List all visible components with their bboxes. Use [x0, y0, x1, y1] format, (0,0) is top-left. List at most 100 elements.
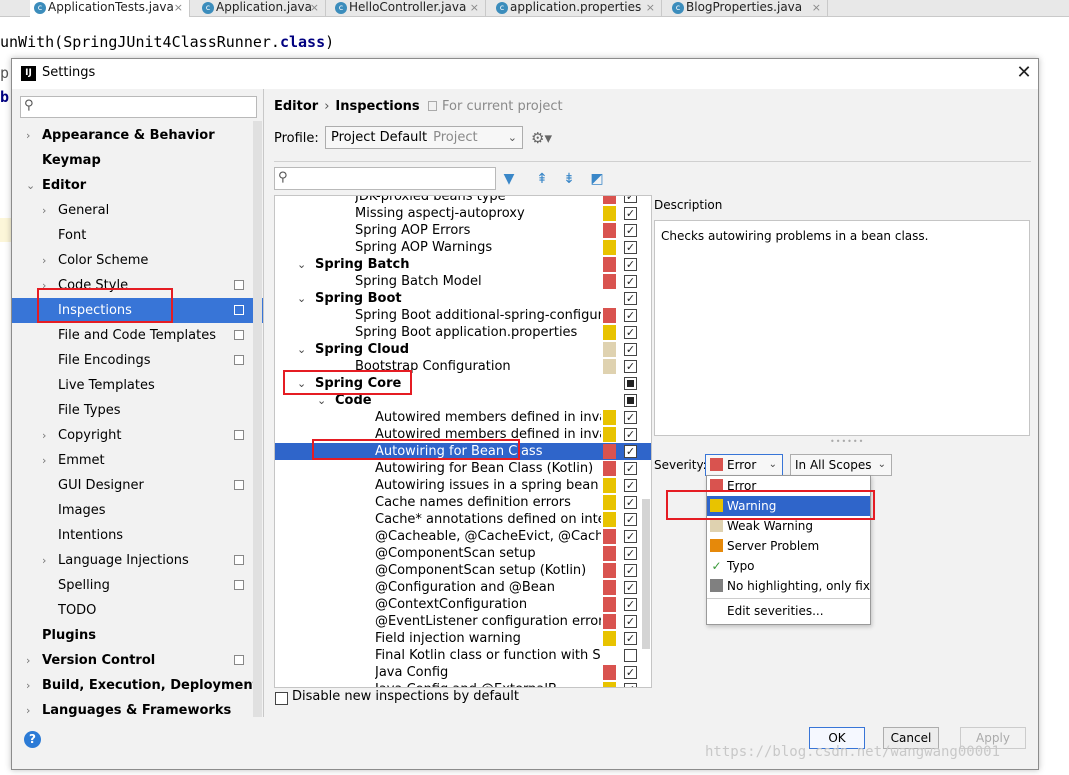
help-icon[interactable]: ?: [24, 731, 41, 748]
inspection-row[interactable]: Missing aspectj-autoproxy ✓: [275, 205, 651, 222]
inspection-row[interactable]: Cache* annotations defined on interfaces…: [275, 511, 651, 528]
inspection-checkbox[interactable]: ✓: [624, 564, 637, 577]
sidebar-item-live-templates[interactable]: Live Templates: [12, 373, 263, 398]
inspection-row[interactable]: Cache names definition errors ✓: [275, 494, 651, 511]
inspection-checkbox[interactable]: ✓: [624, 275, 637, 288]
inspection-checkbox[interactable]: ✓: [624, 496, 637, 509]
editor-tab[interactable]: c HelloController.java ×: [331, 0, 486, 17]
inspection-checkbox[interactable]: ✓: [624, 598, 637, 611]
inspection-row[interactable]: @ComponentScan setup (Kotlin) ✓: [275, 562, 651, 579]
filter-icon[interactable]: ▼: [500, 170, 518, 188]
inspection-group-row[interactable]: ⌄ Spring Batch ✓: [275, 256, 651, 273]
sidebar-item-intentions[interactable]: Intentions: [12, 523, 263, 548]
inspection-checkbox[interactable]: ✓: [624, 615, 637, 628]
inspection-row[interactable]: Final Kotlin class or function with Spri…: [275, 647, 651, 664]
pane-divider[interactable]: [263, 89, 264, 717]
severity-option-typo[interactable]: ✓ Typo: [707, 556, 870, 576]
editor-tab[interactable]: c ApplicationTests.java ×: [30, 0, 190, 17]
edit-severities-item[interactable]: Edit severities...: [707, 601, 870, 621]
inspection-checkbox[interactable]: ✓: [624, 224, 637, 237]
chevron-right-icon[interactable]: ›: [26, 123, 30, 148]
chevron-down-icon[interactable]: ⌄: [297, 290, 306, 307]
inspection-row[interactable]: Java Config ✓: [275, 664, 651, 681]
sidebar-item-file-and-code-templates[interactable]: File and Code Templates: [12, 323, 263, 348]
inspection-checkbox[interactable]: ✓: [624, 196, 637, 203]
severity-select[interactable]: Error ⌄: [705, 454, 783, 476]
settings-search-input[interactable]: ⚲: [20, 96, 257, 118]
inspection-checkbox[interactable]: ✓: [624, 292, 637, 305]
inspection-checkbox[interactable]: ✓: [624, 445, 637, 458]
close-tab-icon[interactable]: ×: [310, 0, 319, 15]
chevron-down-icon[interactable]: ⌄: [297, 341, 306, 358]
inspection-checkbox[interactable]: ✓: [624, 547, 637, 560]
inspection-checkbox[interactable]: ✓: [624, 309, 637, 322]
sidebar-item-font[interactable]: Font: [12, 223, 263, 248]
sidebar-item-spelling[interactable]: Spelling: [12, 573, 263, 598]
inspection-checkbox[interactable]: [624, 649, 637, 662]
inspection-row[interactable]: Autowiring for Bean Class (Kotlin) ✓: [275, 460, 651, 477]
inspection-row[interactable]: Field injection warning ✓: [275, 630, 651, 647]
chevron-down-icon[interactable]: ⌄: [297, 256, 306, 273]
gear-icon[interactable]: ⚙▾: [531, 129, 552, 147]
sidebar-item-languages-frameworks[interactable]: › Languages & Frameworks: [12, 698, 263, 721]
inspection-row[interactable]: @EventListener configuration error ✓: [275, 613, 651, 630]
profile-select[interactable]: Project Default Project ⌄: [325, 126, 523, 149]
sidebar-item-images[interactable]: Images: [12, 498, 263, 523]
inspection-checkbox[interactable]: ✓: [624, 428, 637, 441]
inspection-row[interactable]: Java Config and @ExternalB... ✓: [275, 681, 651, 687]
sidebar-item-copyright[interactable]: › Copyright: [12, 423, 263, 448]
editor-tab[interactable]: c Application.java ×: [198, 0, 326, 17]
inspection-checkbox[interactable]: ✓: [624, 479, 637, 492]
chevron-right-icon[interactable]: ›: [26, 698, 30, 721]
settings-tree-scrollbar[interactable]: [253, 121, 262, 717]
sidebar-item-editor[interactable]: ⌄ Editor: [12, 173, 263, 198]
sidebar-item-version-control[interactable]: › Version Control: [12, 648, 263, 673]
inspection-checkbox[interactable]: ✓: [624, 632, 637, 645]
inspection-row[interactable]: Spring Batch Model ✓: [275, 273, 651, 290]
collapse-all-icon[interactable]: ⇟: [560, 170, 578, 188]
inspection-checkbox[interactable]: ✓: [624, 411, 637, 424]
chevron-right-icon[interactable]: ›: [26, 648, 30, 673]
sidebar-item-file-types[interactable]: File Types: [12, 398, 263, 423]
close-tab-icon[interactable]: ×: [646, 0, 655, 15]
inspection-checkbox[interactable]: ✓: [624, 258, 637, 271]
splitter-grip[interactable]: ••••••: [830, 437, 864, 446]
inspection-checkbox[interactable]: ✓: [624, 207, 637, 220]
sidebar-item-build-execution-deployment[interactable]: › Build, Execution, Deployment: [12, 673, 263, 698]
inspection-search-input[interactable]: ⚲: [274, 167, 496, 190]
inspection-group-row[interactable]: ⌄ Spring Cloud ✓: [275, 341, 651, 358]
inspection-row[interactable]: Autowiring issues in a spring bean class…: [275, 477, 651, 494]
inspection-checkbox[interactable]: ✓: [624, 462, 637, 475]
sidebar-item-plugins[interactable]: Plugins: [12, 623, 263, 648]
sidebar-item-todo[interactable]: TODO: [12, 598, 263, 623]
severity-option-none[interactable]: No highlighting, only fix: [707, 576, 870, 596]
reset-icon[interactable]: ◩: [588, 170, 606, 188]
chevron-right-icon[interactable]: ›: [42, 448, 46, 473]
sidebar-item-color-scheme[interactable]: › Color Scheme: [12, 248, 263, 273]
inspections-scrollbar[interactable]: [642, 499, 650, 649]
chevron-right-icon[interactable]: ›: [42, 423, 46, 448]
inspection-row[interactable]: @Configuration and @Bean ✓: [275, 579, 651, 596]
editor-tab[interactable]: c application.properties ×: [492, 0, 662, 17]
chevron-right-icon[interactable]: ›: [42, 198, 46, 223]
close-tab-icon[interactable]: ×: [812, 0, 821, 15]
inspection-row[interactable]: Spring Boot application.properties ✓: [275, 324, 651, 341]
sidebar-item-emmet[interactable]: › Emmet: [12, 448, 263, 473]
close-tab-icon[interactable]: ×: [174, 0, 183, 15]
sidebar-item-file-encodings[interactable]: File Encodings: [12, 348, 263, 373]
close-icon[interactable]: ✕: [1012, 61, 1036, 85]
sidebar-item-appearance-behavior[interactable]: › Appearance & Behavior: [12, 123, 263, 148]
sidebar-item-gui-designer[interactable]: GUI Designer: [12, 473, 263, 498]
inspection-row[interactable]: JDK-proxied beans type ✓: [275, 196, 651, 205]
inspection-row[interactable]: Spring AOP Errors ✓: [275, 222, 651, 239]
chevron-down-icon[interactable]: ⌄: [26, 173, 35, 198]
severity-option-server[interactable]: Server Problem: [707, 536, 870, 556]
inspection-row[interactable]: Spring Boot additional-spring-configurat…: [275, 307, 651, 324]
inspection-checkbox[interactable]: ✓: [624, 666, 637, 679]
inspection-row[interactable]: @ContextConfiguration ✓: [275, 596, 651, 613]
inspection-checkbox[interactable]: ✓: [624, 581, 637, 594]
chevron-right-icon[interactable]: ›: [42, 248, 46, 273]
disable-new-checkbox[interactable]: [275, 692, 288, 705]
editor-tab[interactable]: c BlogProperties.java ×: [668, 0, 828, 17]
inspection-checkbox[interactable]: ✓: [624, 683, 637, 687]
